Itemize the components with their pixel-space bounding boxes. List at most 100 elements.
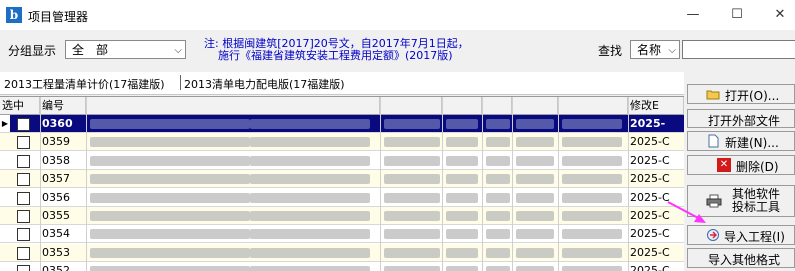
row-checkbox[interactable] (17, 173, 30, 187)
redacted-cell (486, 137, 510, 148)
redacted-cell (562, 211, 622, 221)
row-code: 0358 (42, 153, 70, 167)
redacted-cell (446, 229, 478, 240)
redacted-cell (384, 211, 440, 221)
redacted-cell (562, 247, 622, 258)
open-button-label: 打开(O)... (725, 89, 780, 103)
column-header[interactable] (558, 97, 628, 115)
redacted-cell (384, 266, 440, 271)
redacted-cell (384, 155, 440, 166)
table-row[interactable]: 0359 2025-C (0, 133, 684, 152)
redacted-cell (90, 211, 250, 221)
row-indicator (0, 207, 10, 224)
column-separator (380, 97, 381, 271)
column-header-code[interactable]: 编号 (40, 97, 86, 115)
other-software-tools-button[interactable]: 其他软件 投标工具 (687, 185, 795, 217)
redacted-cell (516, 247, 554, 258)
notice-text: 注: 根据闽建筑[2017]20号文，自2017年7月1日起， 施行《福建省建筑… (204, 37, 469, 62)
new-document-icon (706, 134, 720, 148)
import-other-format-button[interactable]: 导入其他格式 (687, 248, 795, 268)
redacted-cell (486, 247, 510, 258)
group-select[interactable]: 全 部 ⌵ (65, 40, 186, 59)
column-header[interactable] (380, 97, 442, 115)
redacted-cell (90, 266, 250, 271)
redacted-cell (384, 119, 440, 129)
row-modified-date: 2025-C (630, 172, 670, 186)
column-header[interactable] (442, 97, 482, 115)
column-separator (558, 97, 559, 271)
new-button-label: 新建(N)... (725, 136, 779, 150)
table-row[interactable]: ▶ 0360 2025- (0, 115, 684, 133)
row-checkbox[interactable] (17, 136, 30, 150)
row-indicator (0, 225, 10, 242)
table-row[interactable]: 0356 2025-C (0, 189, 684, 207)
redacted-cell (446, 247, 478, 258)
row-checkbox[interactable] (17, 228, 30, 242)
redacted-cell (90, 155, 250, 166)
row-code: 0354 (42, 227, 70, 241)
redacted-cell (486, 229, 510, 240)
redacted-cell (250, 229, 370, 240)
category-tabs: 2013工程量清单计价(17福建版) 2013清单电力配电版(17福建版) (0, 72, 684, 95)
redacted-cell (446, 155, 478, 166)
tab-2013-power-distribution[interactable]: 2013清单电力配电版(17福建版) (184, 76, 345, 92)
redacted-cell (516, 229, 554, 240)
open-button[interactable]: 打开(O)... (687, 84, 795, 104)
row-checkbox[interactable] (17, 210, 30, 223)
column-header[interactable] (512, 97, 558, 115)
redacted-cell (250, 155, 370, 166)
other-software-tools-label: 其他软件 投标工具 (732, 187, 781, 214)
row-checkbox[interactable] (17, 191, 30, 205)
group-select-value: 全 部 (72, 43, 109, 57)
redacted-cell (90, 174, 250, 185)
import-other-format-label: 导入其他格式 (708, 253, 781, 267)
table-row[interactable]: 0358 2025-C (0, 152, 684, 170)
redacted-cell (562, 137, 622, 148)
table-row[interactable]: 0355 2025-C (0, 207, 684, 225)
redacted-cell (250, 119, 370, 129)
row-checkbox[interactable] (17, 246, 30, 260)
row-checkbox[interactable] (17, 118, 30, 131)
row-checkbox[interactable] (17, 154, 30, 168)
row-indicator: ▶ (0, 115, 10, 132)
table-row[interactable]: 0354 2025-C (0, 225, 684, 244)
open-external-file-button[interactable]: 打开外部文件 (687, 109, 795, 128)
redacted-cell (516, 137, 554, 148)
column-separator (86, 97, 87, 271)
search-input[interactable] (682, 40, 795, 59)
table-row[interactable]: 0353 2025-C (0, 243, 684, 262)
import-project-label: 导入工程(I) (724, 230, 785, 244)
printer-icon (706, 194, 722, 208)
row-modified-date: 2025-C (630, 135, 670, 149)
column-header[interactable] (482, 97, 512, 115)
row-code: 0353 (42, 245, 70, 259)
redacted-cell (446, 266, 478, 271)
search-field-select[interactable]: 名称 ⌵ (630, 40, 680, 59)
title-bar: b 项目管理器 — ☐ ✕ (0, 0, 795, 30)
row-checkbox[interactable] (17, 265, 30, 271)
column-header-modified[interactable]: 修改E (628, 97, 684, 115)
column-header-select[interactable]: 选中 (0, 97, 40, 115)
redacted-cell (486, 119, 510, 129)
table-row[interactable]: 0357 2025-C (0, 170, 684, 189)
redacted-cell (446, 211, 478, 221)
new-button[interactable]: 新建(N)... (687, 131, 795, 151)
redacted-cell (250, 247, 370, 258)
column-header-name[interactable] (86, 97, 380, 115)
tab-2013-list-pricing[interactable]: 2013工程量清单计价(17福建版) (4, 76, 165, 92)
column-separator (40, 97, 41, 271)
import-project-button[interactable]: 导入工程(I) (687, 225, 795, 245)
redacted-cell (90, 229, 250, 240)
column-separator (482, 97, 483, 271)
row-modified-date: 2025-C (630, 209, 670, 222)
maximize-button[interactable]: ☐ (722, 6, 752, 24)
project-grid: 选中 编号 修改E ▶ 0360 2025- 0359 2025-C 0358 2025-C… (0, 96, 684, 271)
app-icon: b (6, 7, 22, 23)
minimize-button[interactable]: — (678, 6, 708, 24)
redacted-cell (516, 192, 554, 203)
redacted-cell (250, 211, 370, 221)
redacted-cell (516, 266, 554, 271)
redacted-cell (562, 174, 622, 185)
close-button[interactable]: ✕ (765, 6, 795, 24)
delete-button[interactable]: ✕ 删除(D) (687, 155, 795, 175)
